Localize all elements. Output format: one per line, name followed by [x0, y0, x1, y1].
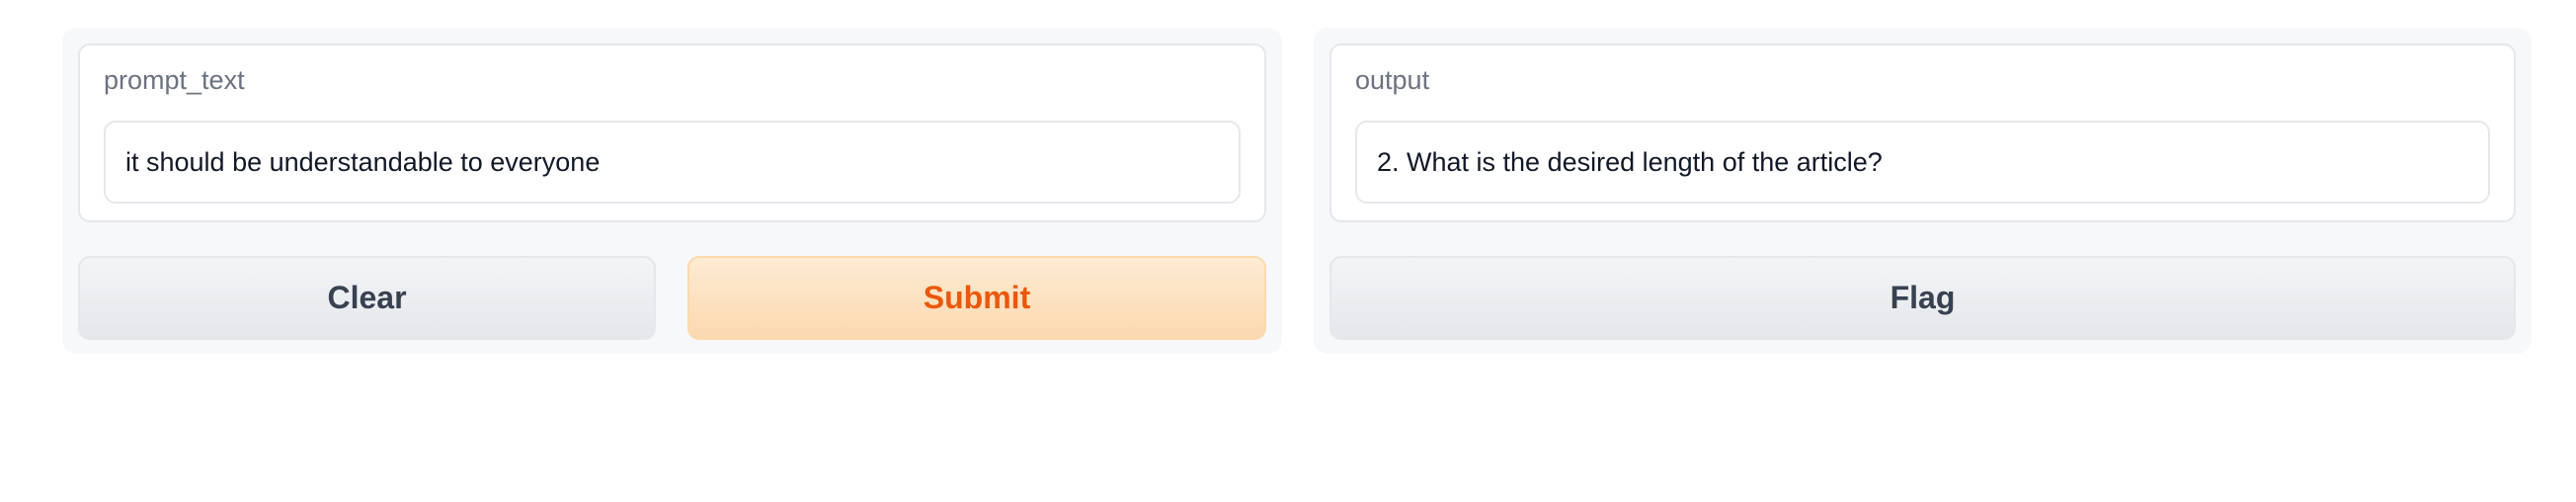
output-block: output 2. What is the desired length of … — [1329, 43, 2516, 222]
flag-button[interactable]: Flag — [1329, 256, 2516, 340]
prompt-text-label: prompt_text — [104, 65, 245, 95]
prompt-text-input[interactable]: it should be understandable to everyone — [104, 121, 1241, 204]
output-panel: output 2. What is the desired length of … — [1314, 28, 2532, 354]
output-textbox[interactable]: 2. What is the desired length of the art… — [1355, 121, 2490, 204]
output-label: output — [1355, 65, 1430, 95]
clear-button[interactable]: Clear — [78, 256, 656, 340]
prompt-text-block: prompt_text it should be understandable … — [78, 43, 1266, 222]
submit-button[interactable]: Submit — [687, 256, 1266, 340]
input-panel: prompt_text it should be understandable … — [62, 28, 1282, 354]
